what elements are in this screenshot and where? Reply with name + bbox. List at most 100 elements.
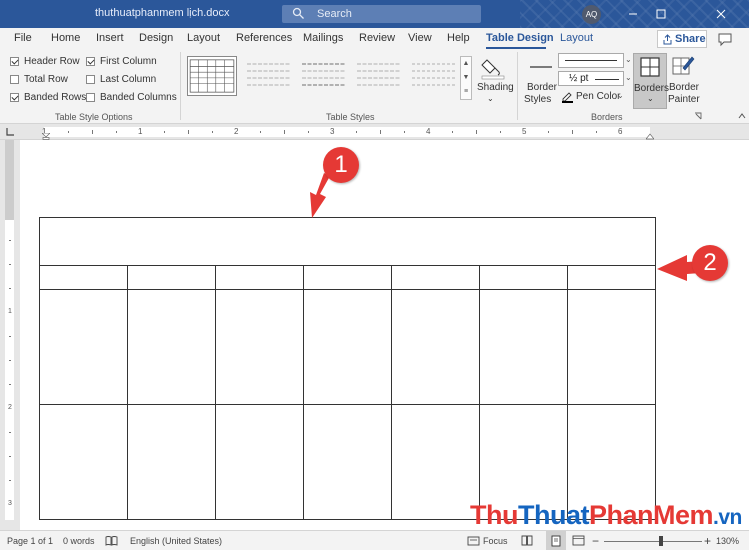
table-cell[interactable] (391, 265, 480, 290)
shading-icon[interactable] (480, 54, 506, 80)
user-avatar[interactable]: AQ (582, 5, 601, 24)
proofing-icon[interactable] (105, 535, 118, 546)
table-style-plain-3[interactable] (354, 56, 404, 96)
header-row-label: Header Row (24, 56, 80, 67)
zoom-slider-thumb[interactable] (659, 536, 663, 546)
first-column-check-box[interactable] (86, 57, 95, 66)
line-style-dropdown[interactable] (558, 53, 624, 68)
table-cell[interactable] (215, 404, 304, 520)
border-styles-label-2[interactable]: Styles (524, 94, 551, 105)
pen-color-chevron-icon[interactable]: ⌄ (617, 91, 624, 100)
zoom-out-icon[interactable]: − (592, 534, 599, 548)
close-icon[interactable] (711, 5, 731, 23)
tab-layout[interactable]: Layout (187, 32, 220, 44)
tab-file[interactable]: File (14, 32, 32, 44)
zoom-in-icon[interactable]: + (704, 534, 711, 548)
border-styles-icon[interactable] (528, 55, 554, 79)
line-weight-chevron-icon[interactable]: ⌄ (625, 73, 632, 82)
gallery-scroll[interactable]: ▲ ▼ ≡ (460, 56, 472, 100)
ruler-num-5: 5 (522, 127, 527, 136)
table-style-plain-2[interactable] (299, 56, 349, 96)
table-cell[interactable] (303, 289, 392, 405)
gallery-down-icon[interactable]: ▼ (461, 71, 471, 85)
ruler-num-2: 2 (234, 127, 239, 136)
indent-marker-icon[interactable] (42, 133, 50, 140)
table-cell[interactable] (39, 289, 128, 405)
table-style-grid[interactable] (187, 56, 237, 96)
tab-home[interactable]: Home (51, 32, 80, 44)
banded-columns-check-box[interactable] (86, 93, 95, 102)
shading-label[interactable]: Shading (477, 82, 514, 93)
borders-label: Borders (634, 83, 670, 94)
print-layout-button[interactable] (546, 531, 566, 550)
right-indent-marker-icon[interactable] (646, 133, 654, 140)
horizontal-ruler[interactable]: 1 1 2 3 4 5 6 (0, 124, 749, 140)
zoom-level[interactable]: 130% (716, 536, 739, 546)
tab-design[interactable]: Design (139, 32, 173, 44)
table-cell[interactable] (127, 289, 216, 405)
pen-color-label[interactable]: Pen Color (576, 91, 620, 102)
border-painter-icon[interactable] (671, 54, 695, 78)
tab-table-design[interactable]: Table Design (486, 32, 554, 44)
vertical-ruler[interactable]: 1 2 3 (2, 140, 16, 520)
tab-help[interactable]: Help (447, 32, 470, 44)
tab-review[interactable]: Review (359, 32, 395, 44)
dialog-launcher-icon[interactable] (694, 112, 702, 120)
word-count[interactable]: 0 words (63, 536, 95, 546)
table-cell[interactable] (127, 404, 216, 520)
table-cell[interactable] (479, 265, 568, 290)
zoom-slider[interactable] (604, 541, 702, 542)
focus-label[interactable]: Focus (483, 536, 508, 546)
table-cell[interactable] (215, 289, 304, 405)
table-cell[interactable] (39, 404, 128, 520)
line-weight-dropdown[interactable]: ½ pt (558, 71, 624, 86)
pen-color-icon[interactable] (561, 90, 574, 103)
document-table[interactable] (39, 217, 656, 520)
tab-table-layout[interactable]: Layout (560, 32, 593, 44)
gallery-more-icon[interactable]: ≡ (461, 85, 471, 99)
watermark-part-1: Thu (470, 500, 518, 530)
last-column-check-box[interactable] (86, 75, 95, 84)
line-style-chevron-icon[interactable]: ⌄ (625, 55, 632, 64)
table-cell[interactable] (391, 289, 480, 405)
banded-rows-check-box[interactable] (10, 93, 19, 102)
table-cell[interactable] (39, 265, 128, 290)
border-painter-label-2[interactable]: Painter (668, 94, 700, 105)
web-layout-icon[interactable] (572, 535, 585, 546)
table-cell[interactable] (567, 265, 656, 290)
table-cell[interactable] (303, 265, 392, 290)
page-count[interactable]: Page 1 of 1 (7, 536, 53, 546)
share-button[interactable]: Share (657, 30, 707, 48)
tab-insert[interactable]: Insert (96, 32, 124, 44)
header-row-check-box[interactable] (10, 57, 19, 66)
total-row-check-box[interactable] (10, 75, 19, 84)
comment-icon[interactable] (715, 31, 735, 48)
table-cell[interactable] (479, 289, 568, 405)
table-style-plain-1[interactable] (244, 56, 294, 96)
table-cell[interactable] (391, 404, 480, 520)
print-layout-icon (551, 535, 561, 547)
tab-view[interactable]: View (408, 32, 432, 44)
table-cell[interactable] (303, 404, 392, 520)
tab-mailings[interactable]: Mailings (303, 32, 343, 44)
focus-icon[interactable] (467, 535, 480, 546)
tab-selector-icon[interactable] (4, 126, 16, 138)
minimize-icon[interactable] (623, 5, 643, 23)
tab-references[interactable]: References (236, 32, 292, 44)
restore-icon[interactable] (651, 5, 671, 23)
table-cell[interactable] (567, 289, 656, 405)
border-painter-label-1[interactable]: Border (669, 82, 699, 93)
read-mode-icon[interactable] (521, 535, 533, 546)
title-bar: thuthuatphanmem lịch.docx Search AQ (0, 0, 749, 28)
gallery-up-icon[interactable]: ▲ (461, 57, 471, 71)
ribbon: Header Row First Column Total Row Last C… (0, 50, 749, 124)
table-cell[interactable] (127, 265, 216, 290)
collapse-ribbon-icon[interactable] (738, 112, 746, 120)
table-style-plain-4[interactable] (409, 56, 459, 96)
language-status[interactable]: English (United States) (130, 536, 222, 546)
search-box[interactable]: Search (282, 5, 481, 23)
shading-dropdown-icon[interactable]: ⌄ (487, 94, 494, 103)
borders-button[interactable]: Borders ⌄ (633, 53, 670, 109)
table-cell[interactable] (215, 265, 304, 290)
border-styles-label-1[interactable]: Border (527, 82, 557, 93)
